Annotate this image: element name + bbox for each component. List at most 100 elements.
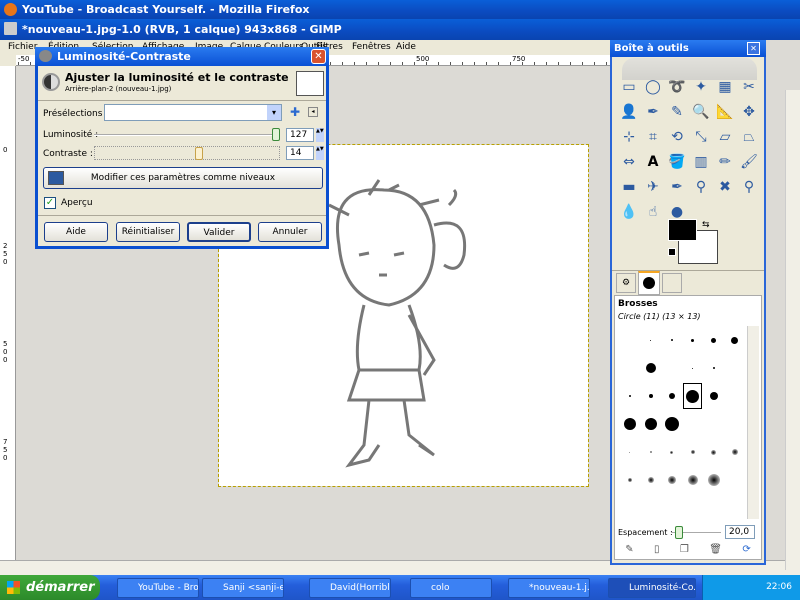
brush-item[interactable] [661, 438, 682, 466]
contrast-slider-thumb[interactable] [194, 147, 203, 160]
duplicate-brush-icon[interactable]: ❐ [680, 544, 689, 555]
perspective-tool-icon[interactable]: ⏢ [740, 128, 758, 146]
spin-arrows-icon[interactable]: ▲▼ [316, 146, 324, 160]
smudge-tool-icon[interactable]: ☝ [644, 203, 662, 221]
close-icon[interactable]: ✕ [747, 42, 760, 55]
dialog-title-bar[interactable]: Luminosité-Contraste ✕ [35, 47, 329, 66]
brush-item[interactable] [661, 466, 682, 494]
brush-item[interactable] [640, 354, 661, 382]
spacing-slider[interactable] [671, 526, 721, 539]
fuzzy-select-tool-icon[interactable]: ✦ [692, 78, 710, 96]
delete-brush-icon[interactable]: 🗑 [709, 544, 722, 555]
pencil-tool-icon[interactable]: ✏ [716, 153, 734, 171]
color-select-tool-icon[interactable]: ▦ [716, 78, 734, 96]
task-folder-colo[interactable]: colo [410, 578, 492, 598]
help-button[interactable]: Aide [44, 222, 108, 242]
brush-item[interactable] [724, 466, 745, 494]
move-tool-icon[interactable]: ✥ [740, 103, 758, 121]
perspective-clone-tool-icon[interactable]: ⚲ [740, 178, 758, 196]
brush-item[interactable] [619, 382, 640, 410]
brush-item[interactable] [703, 354, 724, 382]
menu-fenetres[interactable]: Fenêtres [352, 40, 391, 55]
brush-item[interactable] [724, 438, 745, 466]
brush-item[interactable] [661, 326, 682, 354]
brush-item[interactable] [703, 438, 724, 466]
brush-item[interactable] [619, 438, 640, 466]
edit-brush-icon[interactable]: ✎ [625, 544, 633, 555]
rect-select-tool-icon[interactable]: ▭ [620, 78, 638, 96]
brush-item[interactable] [661, 354, 682, 382]
brush-item[interactable] [640, 466, 661, 494]
vertical-scrollbar[interactable] [766, 40, 800, 570]
brush-item[interactable] [682, 466, 703, 494]
zoom-tool-icon[interactable]: 🔍 [692, 103, 710, 121]
edit-as-levels-button[interactable]: Modifier ces paramètres comme niveaux [43, 167, 323, 189]
bucket-fill-tool-icon[interactable]: 🪣 [668, 153, 686, 171]
tab-brushes[interactable] [638, 271, 660, 295]
color-picker-tool-icon[interactable]: ✎ [668, 103, 686, 121]
brush-item[interactable] [640, 438, 661, 466]
brush-item[interactable] [619, 466, 640, 494]
brush-item[interactable] [619, 410, 640, 438]
new-brush-icon[interactable]: ▯ [654, 544, 660, 555]
close-button[interactable]: ✕ [311, 49, 326, 64]
brush-item[interactable] [724, 326, 745, 354]
brush-item[interactable] [640, 326, 661, 354]
brush-item[interactable] [661, 382, 682, 410]
shear-tool-icon[interactable]: ▱ [716, 128, 734, 146]
ellipse-select-tool-icon[interactable]: ◯ [644, 78, 662, 96]
brush-item[interactable] [724, 382, 745, 410]
brush-item[interactable] [661, 410, 682, 438]
spin-arrows-icon[interactable]: ▲▼ [316, 128, 324, 142]
rotate-tool-icon[interactable]: ⟲ [668, 128, 686, 146]
foreground-select-tool-icon[interactable]: 👤 [620, 103, 638, 121]
brush-item[interactable] [703, 466, 724, 494]
swap-colors-icon[interactable]: ⇆ [702, 220, 710, 230]
tab-patterns[interactable] [662, 273, 682, 293]
heal-tool-icon[interactable]: ✖ [716, 178, 734, 196]
spacing-spinbox[interactable]: 20,0 [725, 525, 755, 539]
start-button[interactable]: démarrer [0, 575, 100, 600]
refresh-brushes-icon[interactable]: ⟳ [742, 544, 750, 555]
contrast-slider[interactable] [94, 146, 280, 160]
free-select-tool-icon[interactable]: ➰ [668, 78, 686, 96]
paintbrush-tool-icon[interactable]: 🖌 [740, 153, 758, 171]
brush-item[interactable] [703, 326, 724, 354]
task-brightness-contrast[interactable]: Luminosité-Co... [608, 578, 696, 598]
add-preset-icon[interactable]: ✚ [290, 105, 300, 119]
brush-grid[interactable] [619, 326, 745, 519]
tab-tool-options[interactable]: ⚙ [616, 273, 636, 293]
paths-tool-icon[interactable]: ✒ [644, 103, 662, 121]
brush-item[interactable] [724, 354, 745, 382]
brush-item[interactable] [640, 410, 661, 438]
eraser-tool-icon[interactable]: ▬ [620, 178, 638, 196]
ok-button[interactable]: Valider [187, 222, 251, 242]
brush-item[interactable] [619, 326, 640, 354]
measure-tool-icon[interactable]: 📐 [716, 103, 734, 121]
menu-aide[interactable]: Aide [396, 40, 416, 55]
text-tool-icon[interactable]: A [644, 153, 662, 171]
reset-button[interactable]: Réinitialiser [116, 222, 180, 242]
blend-tool-icon[interactable]: ▥ [692, 153, 710, 171]
brush-item[interactable] [724, 410, 745, 438]
ink-tool-icon[interactable]: ✒ [668, 178, 686, 196]
brush-item[interactable] [703, 410, 724, 438]
brush-item[interactable] [682, 326, 703, 354]
cancel-button[interactable]: Annuler [258, 222, 322, 242]
preview-checkbox[interactable]: ✓ [44, 197, 56, 209]
task-gimp-image[interactable]: *nouveau-1.j... [508, 578, 590, 598]
menu-arrow-icon[interactable]: ◂ [308, 107, 318, 117]
flip-tool-icon[interactable]: ⇔ [620, 153, 638, 171]
chevron-down-icon[interactable]: ▾ [267, 105, 281, 120]
brush-item[interactable] [703, 382, 724, 410]
scale-tool-icon[interactable]: ⤡ [692, 128, 710, 146]
default-colors-icon[interactable] [668, 248, 676, 256]
airbrush-tool-icon[interactable]: ✈ [644, 178, 662, 196]
presets-combo[interactable]: ▾ [104, 104, 282, 121]
clone-tool-icon[interactable]: ⚲ [692, 178, 710, 196]
brush-item[interactable] [682, 410, 703, 438]
brush-item[interactable] [682, 438, 703, 466]
scissors-tool-icon[interactable]: ✂ [740, 78, 758, 96]
brush-item[interactable] [640, 382, 661, 410]
contrast-spinbox[interactable]: 14 [286, 146, 314, 160]
